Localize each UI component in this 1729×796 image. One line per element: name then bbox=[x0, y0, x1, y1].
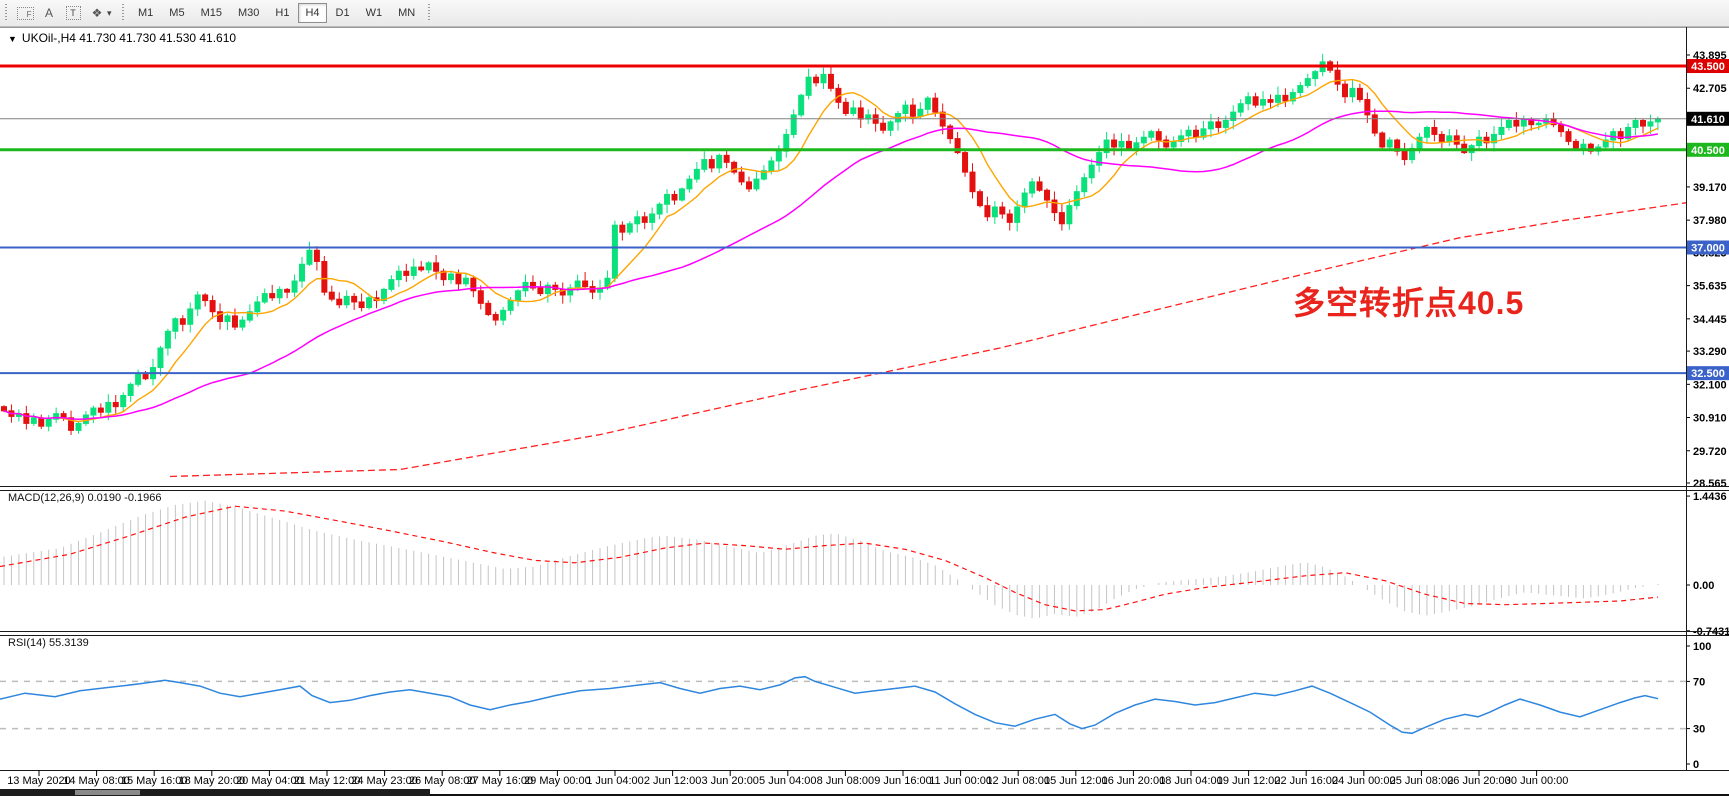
svg-text:18 Jun 04:00: 18 Jun 04:00 bbox=[1159, 775, 1223, 787]
svg-text:70: 70 bbox=[1693, 676, 1705, 688]
svg-text:39.170: 39.170 bbox=[1693, 182, 1727, 194]
svg-text:24 Jun 00:00: 24 Jun 00:00 bbox=[1332, 775, 1396, 787]
svg-text:30 Jun 00:00: 30 Jun 00:00 bbox=[1505, 775, 1569, 787]
svg-text:11 Jun 00:00: 11 Jun 00:00 bbox=[929, 775, 992, 787]
time-axis-labels: 13 May 202014 May 08:0015 May 16:0018 Ma… bbox=[7, 770, 1568, 787]
svg-text:3 Jun 20:00: 3 Jun 20:00 bbox=[701, 775, 759, 787]
svg-text:30: 30 bbox=[1693, 724, 1705, 736]
svg-text:22 Jun 16:00: 22 Jun 16:00 bbox=[1274, 775, 1338, 787]
svg-text:13 May 2020: 13 May 2020 bbox=[7, 775, 71, 787]
macd-histogram bbox=[4, 501, 1658, 619]
svg-text:15 Jun 12:00: 15 Jun 12:00 bbox=[1044, 775, 1108, 787]
svg-text:100: 100 bbox=[1693, 641, 1711, 653]
svg-text:37.000: 37.000 bbox=[1691, 243, 1725, 255]
svg-text:32.100: 32.100 bbox=[1693, 379, 1727, 391]
macd-indicator-label: MACD(12,26,9) 0.0190 -0.1966 bbox=[8, 492, 161, 504]
rsi-line bbox=[0, 677, 1658, 734]
svg-text:41.610: 41.610 bbox=[1691, 114, 1725, 126]
svg-text:26 Jun 20:00: 26 Jun 20:00 bbox=[1447, 775, 1511, 787]
svg-text:32.500: 32.500 bbox=[1691, 368, 1725, 380]
svg-text:43.500: 43.500 bbox=[1691, 61, 1725, 73]
svg-text:29.720: 29.720 bbox=[1693, 446, 1727, 458]
svg-text:40.500: 40.500 bbox=[1691, 145, 1725, 157]
svg-text:5 Jun 04:00: 5 Jun 04:00 bbox=[759, 775, 817, 787]
symbol-ohlc-text: UKOil-,H4 41.730 41.730 41.530 41.610 bbox=[22, 31, 236, 45]
chart-annotation-text: 多空转折点40.5 bbox=[1293, 278, 1524, 324]
svg-text:0: 0 bbox=[1693, 759, 1699, 771]
svg-text:30.910: 30.910 bbox=[1693, 413, 1727, 425]
svg-text:1 Jun 04:00: 1 Jun 04:00 bbox=[586, 775, 644, 787]
ma-long-line bbox=[170, 203, 1686, 477]
svg-text:16 Jun 20:00: 16 Jun 20:00 bbox=[1102, 775, 1166, 787]
rsi-axis-labels: 100 70 30 0 bbox=[1686, 641, 1711, 771]
svg-text:2 Jun 12:00: 2 Jun 12:00 bbox=[644, 775, 702, 787]
rsi-guides bbox=[0, 681, 1686, 728]
svg-text:19 Jun 12:00: 19 Jun 12:00 bbox=[1217, 775, 1281, 787]
svg-text:28.565: 28.565 bbox=[1693, 478, 1727, 490]
bottom-bar-segment bbox=[75, 790, 140, 795]
svg-text:1.4436: 1.4436 bbox=[1693, 491, 1727, 503]
svg-text:29 May 00:00: 29 May 00:00 bbox=[524, 775, 591, 787]
svg-text:34.445: 34.445 bbox=[1693, 314, 1727, 326]
chart-menu-caret-icon[interactable]: ▼ bbox=[8, 34, 17, 44]
bottom-bar bbox=[0, 789, 430, 796]
ma-fast-line bbox=[4, 80, 1658, 422]
svg-text:25 Jun 08:00: 25 Jun 08:00 bbox=[1390, 775, 1454, 787]
candles-layer bbox=[2, 54, 1661, 435]
svg-text:33.290: 33.290 bbox=[1693, 346, 1727, 358]
macd-axis-labels: 1.44360.00-0.7431 bbox=[1686, 491, 1729, 638]
svg-text:37.980: 37.980 bbox=[1693, 215, 1727, 227]
macd-signal-line bbox=[0, 506, 1658, 611]
chart-canvas[interactable]: 43.89542.70539.17037.98036.82535.63534.4… bbox=[0, 0, 1729, 796]
svg-text:8 Jun 08:00: 8 Jun 08:00 bbox=[817, 775, 875, 787]
mt4-window: F A T ❖ ▾ M1 M5 M15 M30 H1 H4 D1 W1 MN 4… bbox=[0, 0, 1729, 796]
rsi-indicator-label: RSI(14) 55.3139 bbox=[8, 637, 89, 649]
svg-text:42.705: 42.705 bbox=[1693, 83, 1727, 95]
svg-text:35.635: 35.635 bbox=[1693, 281, 1727, 293]
svg-text:12 Jun 08:00: 12 Jun 08:00 bbox=[986, 775, 1050, 787]
svg-text:9 Jun 16:00: 9 Jun 16:00 bbox=[874, 775, 932, 787]
svg-text:0.00: 0.00 bbox=[1693, 580, 1714, 592]
panel-separators bbox=[0, 27, 1729, 771]
chart-ohlc-title: ▼ UKOil-,H4 41.730 41.730 41.530 41.610 bbox=[8, 31, 236, 45]
